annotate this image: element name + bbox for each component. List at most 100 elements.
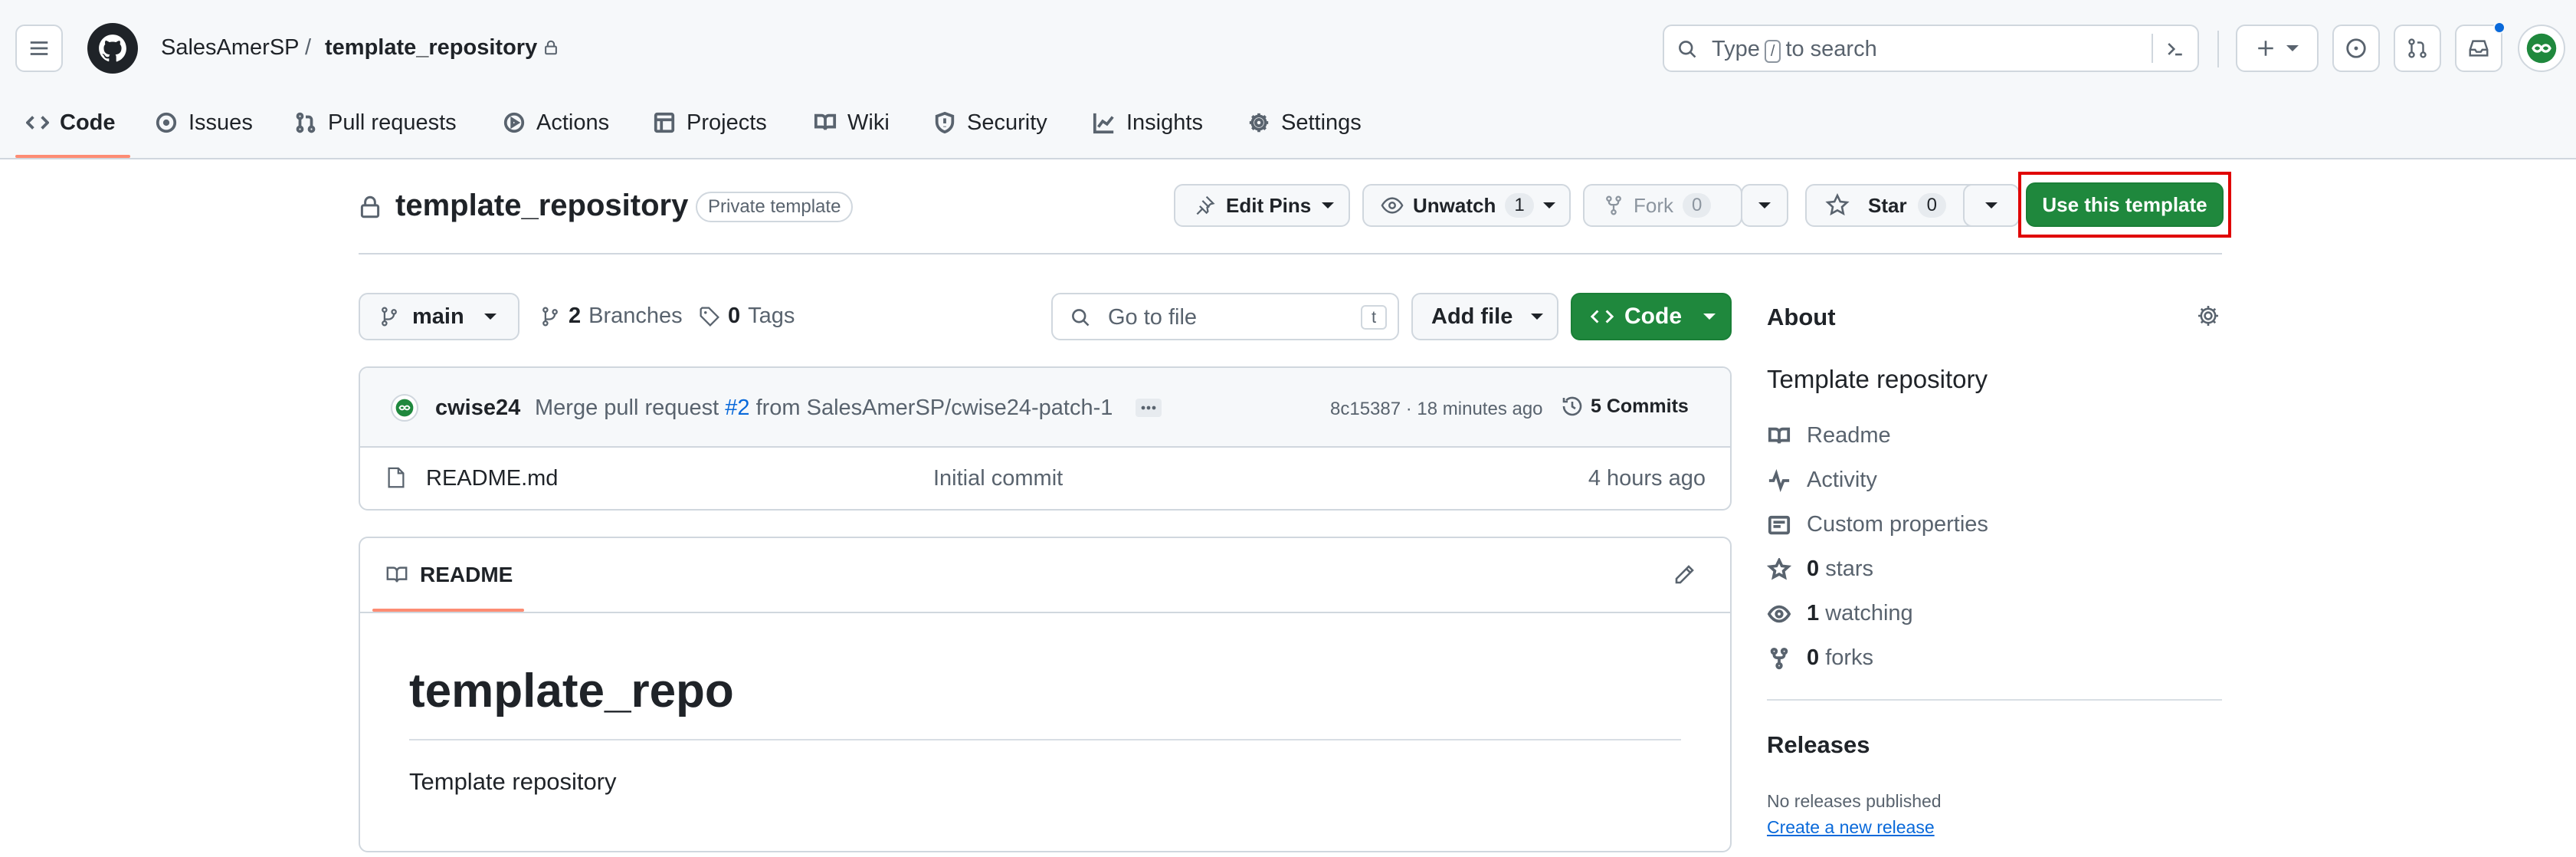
add-file-button[interactable]: Add file: [1411, 293, 1558, 340]
chevron-down-icon: [1531, 314, 1544, 320]
avatar[interactable]: [2518, 25, 2565, 72]
chevron-down-icon: [2286, 45, 2299, 51]
tab-label: Code: [60, 110, 116, 135]
app-header: SalesAmerSP / template_repository Type / t…: [0, 0, 2576, 159]
tab-pull-requests[interactable]: Pull requests: [294, 104, 457, 141]
menu-button[interactable]: [15, 25, 63, 72]
pencil-icon[interactable]: [1672, 563, 1696, 587]
commit-hash-time[interactable]: 8c15387 · 18 minutes ago: [1330, 399, 1543, 420]
tab-settings[interactable]: Settings: [1247, 104, 1362, 141]
github-logo-icon[interactable]: [87, 23, 138, 74]
branches-link[interactable]: 2 Branches: [539, 304, 683, 329]
go-to-file-input[interactable]: Go to file t: [1051, 293, 1399, 340]
create-new-button[interactable]: [2236, 25, 2319, 72]
owner-link[interactable]: SalesAmerSP: [161, 35, 300, 61]
chevron-down-icon: [1703, 314, 1716, 320]
commit-author[interactable]: cwise24: [435, 396, 520, 421]
tags-link[interactable]: 0 Tags: [699, 304, 795, 329]
tags-count: 0: [728, 304, 741, 328]
about-description: Template repository: [1767, 365, 1988, 393]
about-forks-link[interactable]: 0 forks: [1767, 645, 1873, 671]
issues-button[interactable]: [2332, 25, 2380, 72]
chevron-down-icon: [1322, 202, 1335, 209]
commit-message-suffix[interactable]: from SalesAmerSP/cwise24-patch-1: [756, 396, 1113, 420]
pull-requests-button[interactable]: [2394, 25, 2441, 72]
file-commit-message[interactable]: Initial commit: [933, 466, 1063, 491]
user-avatar-icon: [395, 399, 414, 417]
about-title: About: [1767, 304, 1836, 330]
readme-header: README: [360, 538, 1730, 613]
command-palette-icon[interactable]: [2164, 38, 2187, 60]
readme-tab[interactable]: README: [385, 563, 513, 587]
title-divider: [359, 253, 2222, 254]
about-readme-link[interactable]: Readme: [1767, 423, 1891, 448]
tags-label: Tags: [748, 304, 795, 328]
unwatch-button[interactable]: Unwatch 1: [1362, 184, 1571, 227]
tab-security[interactable]: Security: [933, 104, 1047, 141]
file-row[interactable]: README.md Initial commit 4 hours ago: [360, 448, 1730, 509]
commits-link[interactable]: 5 Commits: [1560, 394, 1689, 419]
tab-wiki[interactable]: Wiki: [814, 104, 890, 141]
search-shortcut-key: /: [1764, 40, 1781, 63]
lock-icon: [360, 195, 380, 218]
tag-icon: [700, 306, 719, 327]
search-placeholder-prefix: Type: [1712, 37, 1760, 61]
gear-icon[interactable]: [2196, 304, 2220, 328]
play-icon: [503, 112, 525, 133]
edit-pins-button[interactable]: Edit Pins: [1174, 184, 1350, 227]
about-stars-link[interactable]: 0 stars: [1767, 557, 1873, 582]
branch-select[interactable]: main: [359, 293, 519, 340]
tab-label: Pull requests: [328, 110, 457, 135]
repo-link[interactable]: template_repository: [325, 35, 537, 61]
pin-icon: [1196, 195, 1215, 215]
about-watching-count: 1: [1807, 601, 1820, 626]
about-readme-label: Readme: [1807, 423, 1891, 448]
unwatch-label: Unwatch: [1413, 193, 1496, 217]
branches-label: Branches: [588, 304, 683, 328]
user-avatar-icon: [2526, 33, 2557, 64]
about-forks-label: forks: [1825, 645, 1874, 670]
active-tab-indicator: [15, 155, 130, 158]
about-activity-link[interactable]: Activity: [1767, 468, 1877, 493]
fork-dropdown-button[interactable]: [1741, 184, 1788, 227]
about-watching-label: watching: [1825, 601, 1913, 626]
book-icon: [814, 113, 837, 130]
search-input[interactable]: Type / to search: [1663, 25, 2199, 72]
commit-message-prefix[interactable]: Merge pull request: [535, 396, 719, 420]
tab-insights[interactable]: Insights: [1093, 104, 1203, 141]
go-to-file-shortcut: t: [1361, 305, 1387, 330]
shield-icon: [935, 111, 955, 134]
commits-label: 5 Commits: [1591, 395, 1689, 417]
commit-expand-button[interactable]: [1136, 399, 1162, 417]
tab-label: Wiki: [847, 110, 890, 135]
plus-icon: [2258, 41, 2273, 56]
tab-code[interactable]: Code: [26, 104, 116, 141]
create-release-link[interactable]: Create a new release: [1767, 817, 1935, 838]
hamburger-icon: [30, 41, 48, 55]
file-name[interactable]: README.md: [426, 466, 558, 491]
about-custom-properties-link[interactable]: Custom properties: [1767, 512, 1988, 537]
lock-icon: [545, 40, 557, 55]
about-activity-label: Activity: [1807, 468, 1877, 492]
commit-author-avatar[interactable]: [391, 394, 418, 422]
tab-projects[interactable]: Projects: [653, 104, 767, 141]
search-placeholder-suffix: to search: [1785, 37, 1877, 61]
about-watching-link[interactable]: 1 watching: [1767, 601, 1913, 626]
code-button-label: Code: [1624, 304, 1682, 329]
file-list: cwise24 Merge pull request #2 from Sales…: [359, 366, 1732, 511]
tab-issues[interactable]: Issues: [155, 104, 253, 141]
issue-icon: [156, 112, 177, 133]
pull-request-icon: [296, 112, 316, 133]
use-template-button[interactable]: Use this template: [2026, 182, 2224, 227]
code-button[interactable]: Code: [1571, 293, 1732, 340]
tab-actions[interactable]: Actions: [503, 104, 609, 141]
branch-name: main: [412, 304, 464, 329]
about-stars-count: 0: [1807, 557, 1820, 581]
releases-title[interactable]: Releases: [1767, 731, 1870, 759]
tab-label: Projects: [687, 110, 767, 135]
repo-title[interactable]: template_repository: [395, 189, 688, 223]
table-icon: [654, 112, 675, 133]
fork-button[interactable]: Fork 0: [1583, 184, 1742, 227]
commit-pr-link[interactable]: #2: [725, 396, 749, 420]
star-dropdown-button[interactable]: [1963, 184, 2020, 227]
